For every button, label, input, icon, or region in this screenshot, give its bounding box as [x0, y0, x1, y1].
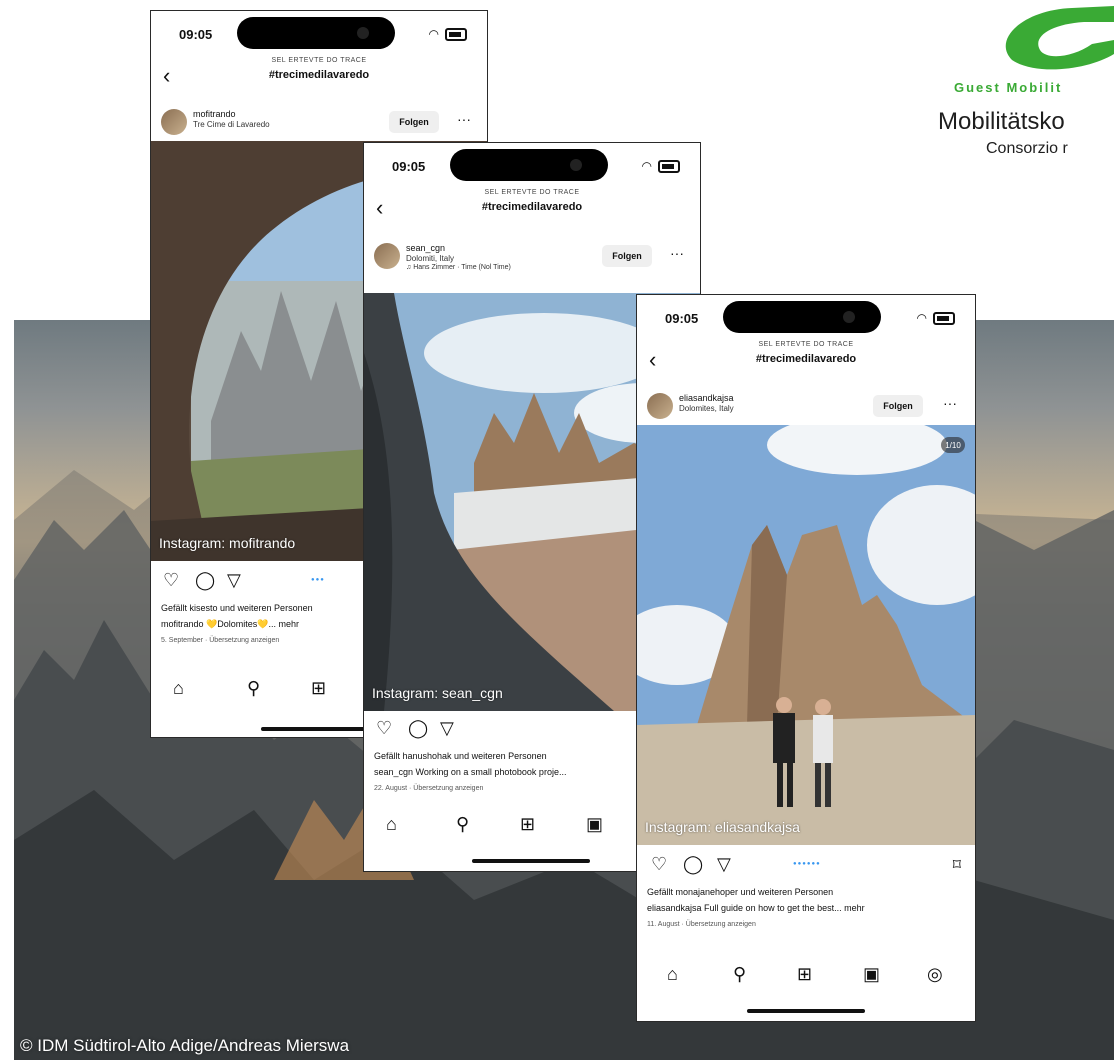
share-icon[interactable]: ▽: [227, 571, 241, 589]
home-indicator: [261, 727, 377, 731]
hashtag-title: #trecimedilavaredo: [268, 69, 370, 81]
likes-text: Gefällt kisesto und weiteren Personen: [161, 603, 313, 613]
home-icon[interactable]: ⌂: [173, 679, 184, 697]
like-icon[interactable]: ♡: [163, 571, 179, 589]
dynamic-island: [450, 149, 608, 181]
home-indicator: [472, 859, 590, 863]
search-icon[interactable]: ⚲: [247, 679, 260, 697]
wifi-icon: ◠: [916, 311, 927, 325]
likes-text: Gefällt monajanehoper und weiteren Perso…: [647, 887, 834, 897]
status-bar: 09:05 ◠: [151, 11, 487, 49]
search-icon[interactable]: ⚲: [733, 965, 746, 983]
avatar[interactable]: [374, 243, 400, 269]
likes-text: Gefällt hanushohak und weiteren Personen: [374, 751, 547, 761]
status-time: 09:05: [179, 27, 213, 42]
composite-image: © IDM Südtirol-Alto Adige/Andreas Miersw…: [0, 0, 1114, 1060]
follow-button[interactable]: Folgen: [602, 245, 652, 267]
create-post-icon[interactable]: ⊞: [520, 815, 535, 833]
battery-icon: [933, 312, 955, 325]
page-subheading: SEL ERTEVTE DO TRACE: [271, 57, 367, 64]
post-location[interactable]: Dolomiti, Italy: [406, 254, 454, 263]
like-icon[interactable]: ♡: [376, 719, 392, 737]
more-options-icon[interactable]: ···: [457, 111, 471, 127]
caption-text[interactable]: eliasandkajsa Full guide on how to get t…: [647, 903, 865, 913]
save-icon[interactable]: ⌑: [953, 855, 961, 875]
follow-button[interactable]: Folgen: [389, 111, 439, 133]
create-post-icon[interactable]: ⊞: [311, 679, 326, 697]
photo-caption-overlay: Instagram: eliasandkajsa: [645, 819, 800, 835]
hashtag-title: #trecimedilavaredo: [481, 201, 583, 213]
battery-icon: [658, 160, 680, 173]
username[interactable]: sean_cgn: [406, 243, 445, 253]
caption-text[interactable]: mofitrando 💛Dolomites💛... mehr: [161, 619, 299, 630]
search-icon[interactable]: ⚲: [456, 815, 469, 833]
username[interactable]: mofitrando: [193, 109, 236, 119]
status-time: 09:05: [392, 159, 426, 174]
avatar[interactable]: [161, 109, 187, 135]
post-location[interactable]: Dolomites, Italy: [679, 404, 734, 413]
logo-swoosh-icon: [1005, 6, 1114, 70]
guest-mobility-logo: Guest Mobilit Mobilitätsko Consorzio r: [938, 0, 1114, 170]
dynamic-island: [723, 301, 881, 333]
share-icon[interactable]: ▽: [717, 855, 731, 873]
like-icon[interactable]: ♡: [651, 855, 667, 873]
hashtag-title: #trecimedilavaredo: [755, 353, 857, 365]
bottom-nav: ⌂ ⚲ ⊞ ▣ ◎: [637, 957, 975, 997]
post-meta[interactable]: 11. August · Übersetzung anzeigen: [647, 921, 756, 928]
carousel-indicator: ●●●●●●: [793, 861, 821, 867]
home-icon[interactable]: ⌂: [386, 815, 397, 833]
reels-icon[interactable]: ▣: [586, 815, 603, 833]
status-time: 09:05: [665, 311, 699, 326]
tre-cime-photo: [637, 425, 975, 845]
create-post-icon[interactable]: ⊞: [797, 965, 812, 983]
status-bar: 09:05 ◠: [364, 143, 700, 181]
comment-icon[interactable]: ◯: [408, 719, 428, 737]
carousel-counter: 1/10: [941, 437, 965, 453]
home-indicator: [747, 1009, 865, 1013]
more-options-icon[interactable]: ···: [670, 245, 684, 261]
wifi-icon: ◠: [428, 27, 439, 41]
post-music[interactable]: ♫ Hans Zimmer · Time (Nol Time): [406, 264, 511, 271]
follow-button[interactable]: Folgen: [873, 395, 923, 417]
post-actions: ♡ ◯ ▽ ●●●●●● ⌑: [637, 851, 975, 879]
status-bar: 09:05 ◠: [637, 295, 975, 333]
more-options-icon[interactable]: ···: [943, 395, 957, 411]
photo-credit: © IDM Südtirol-Alto Adige/Andreas Miersw…: [20, 1036, 350, 1055]
post-photo[interactable]: 1/10 Instagram: eliasandkajsa: [637, 425, 975, 845]
profile-icon[interactable]: ◎: [927, 965, 943, 983]
page-subheading: SEL ERTEVTE DO TRACE: [484, 189, 580, 196]
post-location[interactable]: Tre Cime di Lavaredo: [193, 120, 270, 129]
caption-text[interactable]: sean_cgn Working on a small photobook pr…: [374, 767, 566, 777]
photo-caption-overlay: Instagram: mofitrando: [159, 535, 296, 551]
logo-line-1: Guest Mobilit: [954, 80, 1063, 95]
comment-icon[interactable]: ◯: [683, 855, 703, 873]
post-meta[interactable]: 5. September · Übersetzung anzeigen: [161, 637, 279, 644]
dynamic-island: [237, 17, 395, 49]
post-header: sean_cgn Dolomiti, Italy ♫ Hans Zimmer ·…: [364, 237, 700, 283]
reels-icon[interactable]: ▣: [863, 965, 880, 983]
battery-icon: [445, 28, 467, 41]
post-meta[interactable]: 22. August · Übersetzung anzeigen: [374, 785, 483, 792]
avatar[interactable]: [647, 393, 673, 419]
carousel-indicator: ●●●: [311, 577, 325, 583]
username[interactable]: eliasandkajsa: [679, 393, 734, 403]
logo-line-3: Consorzio r: [986, 140, 1068, 157]
home-icon[interactable]: ⌂: [667, 965, 678, 983]
page-subheading: SEL ERTEVTE DO TRACE: [758, 341, 854, 348]
phone-eliasandkajsa: 09:05 ◠ ‹ SEL ERTEVTE DO TRACE #trecimed…: [636, 294, 976, 1022]
logo-line-2: Mobilitätsko: [938, 108, 1065, 135]
share-icon[interactable]: ▽: [440, 719, 454, 737]
photo-caption-overlay: Instagram: sean_cgn: [372, 685, 503, 701]
wifi-icon: ◠: [641, 159, 652, 173]
comment-icon[interactable]: ◯: [195, 571, 215, 589]
